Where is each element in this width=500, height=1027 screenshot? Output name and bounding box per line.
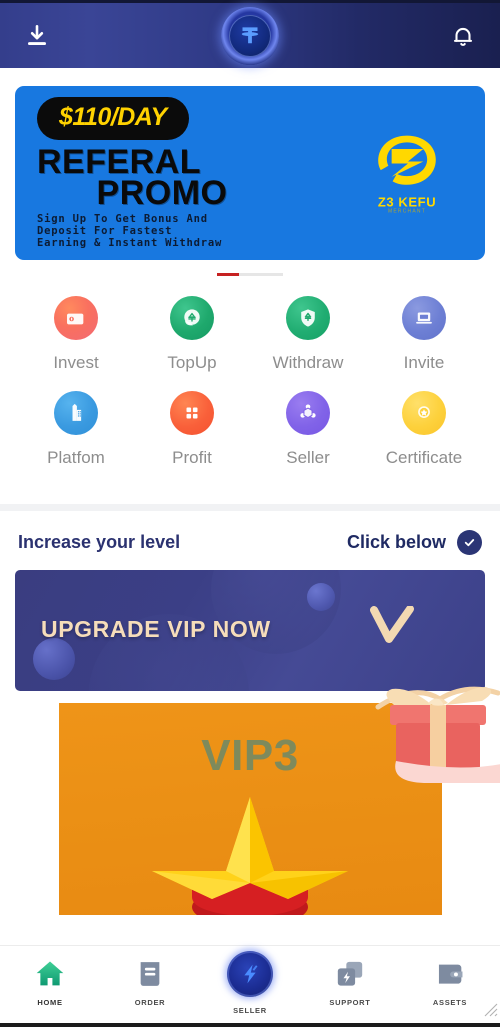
promo-badge: $110/DAY <box>37 97 189 141</box>
quick-action-label: Seller <box>286 448 330 467</box>
decor-sphere-small <box>33 638 75 680</box>
quick-action-grid: Invest TopUp Withdraw Invite Platfom Pro… <box>0 276 500 478</box>
promo-subtext-line3: Earning & Instant Withdraw <box>37 236 223 249</box>
wallet-icon <box>54 296 98 340</box>
promo-title: REFERAL PROMO <box>37 145 315 213</box>
brand-name: Z3 KEFU <box>377 194 437 210</box>
building-icon <box>54 391 98 435</box>
brand-logo: Z3 KEFU MERCHANT <box>355 132 459 215</box>
quick-action-platform[interactable]: Platfom <box>18 383 134 478</box>
promo-title-line2: PROMO <box>96 174 228 213</box>
seller-lightning-icon <box>227 951 273 997</box>
network-group-icon <box>286 391 330 435</box>
quick-action-invest[interactable]: Invest <box>18 288 134 383</box>
nav-item-home[interactable]: HOME <box>0 955 100 1007</box>
promo-banner-slide[interactable]: $110/DAY REFERAL PROMO Sign Up To Get Bo… <box>15 86 485 260</box>
quick-action-invite[interactable]: Invite <box>366 288 482 383</box>
logo-inner-circle <box>229 14 271 57</box>
bottom-navigation: HOME ORDER SELLER SUPPORT ASSETS <box>0 945 500 1027</box>
v-check-icon <box>369 606 415 648</box>
invite-person-icon <box>402 296 446 340</box>
yen-coin-icon <box>170 296 214 340</box>
check-circle-icon[interactable] <box>457 530 482 555</box>
bell-icon[interactable] <box>448 21 478 51</box>
quick-action-label: Invite <box>403 353 445 372</box>
nav-item-assets[interactable]: ASSETS <box>400 955 500 1007</box>
support-stack-icon <box>331 955 369 993</box>
quick-action-label: Platfom <box>47 448 105 467</box>
carousel-dot-2[interactable] <box>239 273 261 276</box>
tether-logo-icon[interactable] <box>221 6 279 65</box>
carousel-dot-3[interactable] <box>261 273 283 276</box>
quick-action-label: Certificate <box>385 448 463 467</box>
promo-subtext-line2: Deposit For Fastest <box>37 224 173 237</box>
quick-action-row-1: Invest TopUp Withdraw Invite <box>18 288 482 383</box>
promo-subtext: Sign Up To Get Bonus And Deposit For Fas… <box>37 213 315 249</box>
download-icon[interactable] <box>22 21 52 51</box>
promo-carousel[interactable]: $110/DAY REFERAL PROMO Sign Up To Get Bo… <box>0 68 500 260</box>
quick-action-certificate[interactable]: Certificate <box>366 383 482 478</box>
gold-star-icon <box>145 779 355 915</box>
level-cta-group[interactable]: Click below <box>347 530 482 555</box>
quick-action-profit[interactable]: Profit <box>134 383 250 478</box>
level-cta-label[interactable]: Click below <box>347 532 446 553</box>
nav-label: SELLER <box>233 1006 267 1015</box>
nav-label: ORDER <box>134 998 166 1007</box>
gift-box-icon <box>370 665 500 783</box>
quick-action-withdraw[interactable]: Withdraw <box>250 288 366 383</box>
grid-squares-icon <box>170 391 214 435</box>
decor-sphere-tiny <box>307 583 335 611</box>
quick-action-label: Profit <box>172 448 212 467</box>
nav-label: SUPPORT <box>329 998 371 1007</box>
home-icon <box>31 955 69 993</box>
quick-action-seller[interactable]: Seller <box>250 383 366 478</box>
brand-tagline: MERCHANT <box>388 208 426 215</box>
section-divider <box>0 504 500 511</box>
nav-item-seller[interactable]: SELLER <box>200 951 300 1015</box>
quick-action-label: TopUp <box>167 353 217 372</box>
nav-item-order[interactable]: ORDER <box>100 955 200 1007</box>
wallet-assets-icon <box>431 955 469 993</box>
app-header <box>0 0 500 68</box>
nav-label: HOME <box>37 998 63 1007</box>
order-document-icon <box>131 955 169 993</box>
nav-label: ASSETS <box>432 998 468 1007</box>
quick-action-label: Withdraw <box>272 353 344 372</box>
app-root: $110/DAY REFERAL PROMO Sign Up To Get Bo… <box>0 0 500 1027</box>
medal-star-icon <box>402 391 446 435</box>
quick-action-label: Invest <box>53 353 99 372</box>
quick-action-row-2: Platfom Profit Seller Certificate <box>18 383 482 478</box>
level-title: Increase your level <box>18 532 181 552</box>
quick-action-topup[interactable]: TopUp <box>134 288 250 383</box>
shield-yen-icon <box>286 296 330 340</box>
upgrade-vip-title: UPGRADE VIP NOW <box>41 616 271 642</box>
level-section-header: Increase your level Click below <box>0 511 500 570</box>
nav-item-support[interactable]: SUPPORT <box>300 955 400 1007</box>
carousel-dot-1[interactable] <box>217 273 239 276</box>
promo-subtext-line1: Sign Up To Get Bonus And <box>37 212 208 225</box>
z3-kefu-mark-icon <box>378 135 436 185</box>
resize-grip-icon[interactable] <box>484 1003 498 1017</box>
promo-text-block: $110/DAY REFERAL PROMO Sign Up To Get Bo… <box>15 97 315 249</box>
